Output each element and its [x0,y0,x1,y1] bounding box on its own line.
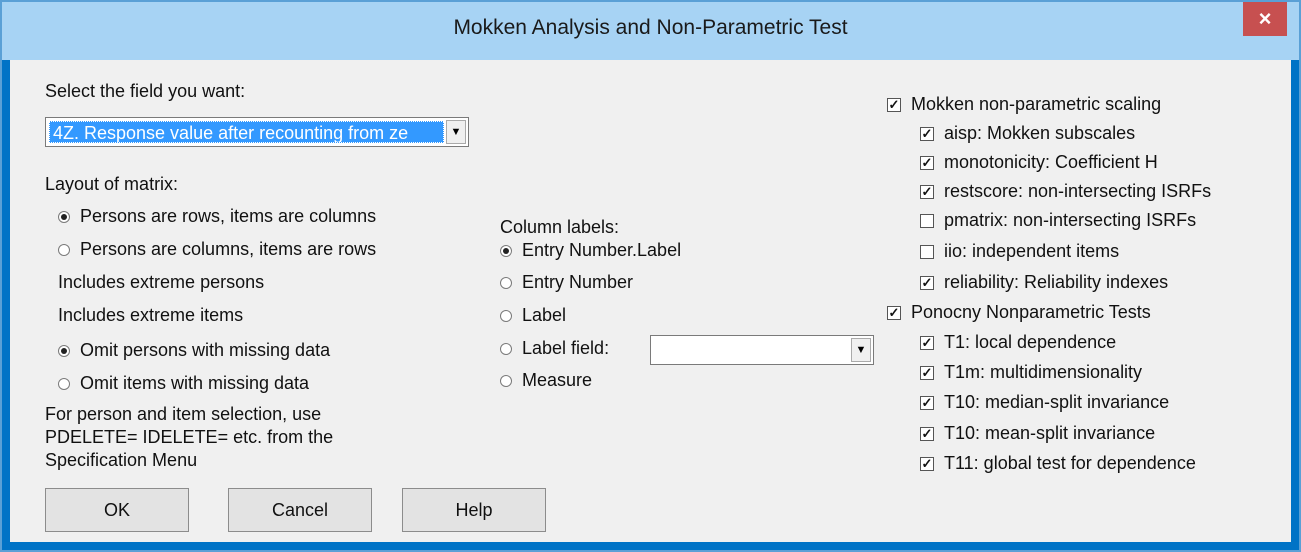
radio-off-icon [58,243,70,256]
mokken-restscore-checkbox[interactable]: ✓ restscore: non-intersecting ISRFs [920,181,1211,202]
radio-entry-number-label[interactable]: Entry Number.Label [500,240,681,261]
radio-on-icon [500,244,512,257]
checkbox-checked-icon: ✓ [920,394,934,410]
ponocny-t1-checkbox[interactable]: ✓ T1: local dependence [920,332,1116,353]
checkbox-unchecked-icon [920,213,934,228]
checkbox-label: T11: global test for dependence [944,453,1196,473]
checkbox-label: reliability: Reliability indexes [944,272,1169,292]
extreme-persons-text: Includes extreme persons [58,272,265,292]
layout-label: Layout of matrix: [45,174,179,194]
checkbox-label: T1m: multidimensionality [944,362,1143,382]
radio-on-icon [58,344,70,357]
help-button[interactable]: Help [402,488,546,532]
checkbox-label: T10: mean-split invariance [944,423,1156,443]
checkbox-label: iio: independent items [944,241,1120,261]
ponocny-checkbox[interactable]: ✓ Ponocny Nonparametric Tests [887,302,1151,323]
checkbox-unchecked-icon [920,244,934,259]
radio-label: Entry Number [522,272,634,292]
field-select-dropdown[interactable]: 4Z. Response value after recounting from… [45,117,469,147]
checkbox-checked-icon: ✓ [887,96,901,112]
dialog-window: Mokken Analysis and Non-Parametric Test … [0,0,1301,552]
radio-label: Measure [522,370,593,390]
radio-label: Persons are rows, items are columns [80,206,377,226]
ponocny-t10-median-checkbox[interactable]: ✓ T10: median-split invariance [920,392,1169,413]
ponocny-t10-mean-checkbox[interactable]: ✓ T10: mean-split invariance [920,423,1155,444]
checkbox-label: Ponocny Nonparametric Tests [911,302,1151,322]
radio-label: Label field: [522,338,610,358]
radio-on-icon [58,210,70,223]
field-select-value: 4Z. Response value after recounting from… [49,121,444,143]
note-line-2: PDELETE= IDELETE= etc. from the [45,427,334,447]
radio-omit-items[interactable]: Omit items with missing data [58,373,309,394]
radio-label[interactable]: Label [500,305,566,326]
chevron-down-icon[interactable]: ▼ [851,338,871,362]
label-field-dropdown[interactable]: ▼ [650,335,874,365]
close-button[interactable]: × [1243,2,1287,36]
radio-off-icon [500,374,512,387]
radio-label: Omit items with missing data [80,373,310,393]
checkbox-label: aisp: Mokken subscales [944,123,1136,143]
dialog-title: Mokken Analysis and Non-Parametric Test [453,16,848,39]
extreme-items-text: Includes extreme items [58,305,244,325]
radio-label: Entry Number.Label [522,240,682,260]
checkbox-checked-icon: ✓ [920,364,934,380]
note-line-1: For person and item selection, use [45,404,322,424]
mokken-iio-checkbox[interactable]: iio: independent items [920,241,1119,262]
radio-entry-number[interactable]: Entry Number [500,272,633,293]
radio-off-icon [500,342,512,355]
title-bar[interactable]: Mokken Analysis and Non-Parametric Test … [2,2,1299,60]
mokken-reliability-checkbox[interactable]: ✓ reliability: Reliability indexes [920,272,1168,293]
column-labels-label: Column labels: [500,217,620,237]
checkbox-checked-icon: ✓ [920,425,934,441]
checkbox-checked-icon: ✓ [887,304,901,320]
checkbox-label: Mokken non-parametric scaling [911,94,1162,114]
checkbox-label: pmatrix: non-intersecting ISRFs [944,210,1197,230]
dialog-body: Select the field you want: 4Z. Response … [10,60,1291,542]
mokken-aisp-checkbox[interactable]: ✓ aisp: Mokken subscales [920,123,1135,144]
radio-label: Omit persons with missing data [80,340,331,360]
chevron-down-icon[interactable]: ▼ [446,120,466,144]
mokken-pmatrix-checkbox[interactable]: pmatrix: non-intersecting ISRFs [920,210,1196,231]
radio-off-icon [58,377,70,390]
checkbox-checked-icon: ✓ [920,274,934,290]
ok-button[interactable]: OK [45,488,189,532]
checkbox-label: restscore: non-intersecting ISRFs [944,181,1212,201]
checkbox-label: T1: local dependence [944,332,1117,352]
mokken-checkbox[interactable]: ✓ Mokken non-parametric scaling [887,94,1161,115]
cancel-button[interactable]: Cancel [228,488,372,532]
radio-persons-columns[interactable]: Persons are columns, items are rows [58,239,376,260]
checkbox-checked-icon: ✓ [920,154,934,170]
mokken-monotonicity-checkbox[interactable]: ✓ monotonicity: Coefficient H [920,152,1158,173]
radio-persons-rows[interactable]: Persons are rows, items are columns [58,206,376,227]
ponocny-t1m-checkbox[interactable]: ✓ T1m: multidimensionality [920,362,1142,383]
radio-omit-persons[interactable]: Omit persons with missing data [58,340,330,361]
checkbox-checked-icon: ✓ [920,125,934,141]
radio-label-field[interactable]: Label field: [500,338,609,359]
checkbox-label: monotonicity: Coefficient H [944,152,1158,172]
radio-label-text: Label [522,305,567,325]
ponocny-t11-checkbox[interactable]: ✓ T11: global test for dependence [920,453,1196,474]
radio-off-icon [500,309,512,322]
field-select-label: Select the field you want: [45,81,246,101]
checkbox-checked-icon: ✓ [920,455,934,471]
note-line-3: Specification Menu [45,450,198,470]
checkbox-label: T10: median-split invariance [944,392,1170,412]
checkbox-checked-icon: ✓ [920,183,934,199]
radio-measure[interactable]: Measure [500,370,592,391]
checkbox-checked-icon: ✓ [920,334,934,350]
radio-off-icon [500,276,512,289]
radio-label: Persons are columns, items are rows [80,239,377,259]
